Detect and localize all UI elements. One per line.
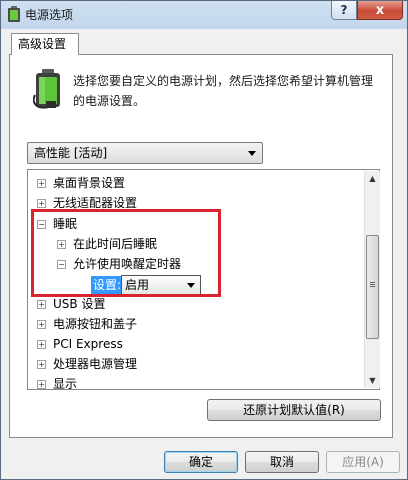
help-button[interactable]: ?: [331, 1, 357, 20]
tree-item-label: USB 设置: [53, 297, 106, 311]
ok-button[interactable]: 确定: [164, 451, 238, 473]
power-plan-select[interactable]: 高性能 [活动]: [27, 142, 263, 164]
power-options-icon: [8, 6, 20, 22]
expand-icon[interactable]: +: [37, 179, 46, 188]
tree-item-label: 显示: [53, 377, 78, 390]
tab-advanced-settings[interactable]: 高级设置: [11, 33, 79, 55]
power-options-window: 电源选项 ? x 高级设置 选择您要自定义的电源计划，然后选择您希望计算机管理的…: [0, 0, 408, 480]
window-title: 电源选项: [25, 8, 74, 22]
tree-item-label: PCI Express: [53, 337, 123, 351]
expand-icon[interactable]: +: [37, 320, 46, 329]
tree-item-label: 电源按钮和盖子: [53, 317, 138, 331]
apply-button[interactable]: 应用(A): [326, 451, 400, 473]
chevron-down-icon: [248, 151, 256, 156]
expand-icon[interactable]: +: [37, 340, 46, 349]
power-plan-value: 高性能 [活动]: [34, 146, 108, 160]
cancel-button[interactable]: 取消: [245, 451, 319, 473]
tree-item-label: 处理器电源管理: [53, 357, 138, 371]
expand-icon[interactable]: +: [37, 380, 46, 389]
expand-icon[interactable]: +: [37, 360, 46, 369]
close-button[interactable]: x: [357, 1, 403, 20]
red-highlight-box: [31, 209, 221, 297]
grip-icon: [370, 282, 375, 283]
restore-defaults-button[interactable]: 还原计划默认值(R): [207, 399, 381, 421]
scroll-up-icon[interactable]: ▲: [365, 171, 380, 186]
scrollbar-thumb[interactable]: [366, 235, 379, 339]
scroll-down-icon[interactable]: ▼: [365, 373, 380, 388]
expand-icon[interactable]: +: [37, 300, 46, 309]
tree-item-label: 桌面背景设置: [53, 176, 126, 190]
expand-icon[interactable]: +: [37, 199, 46, 208]
description-text: 选择您要自定义的电源计划，然后选择您希望计算机管理的电源设置。: [73, 74, 374, 108]
title-bar[interactable]: 电源选项 ? x: [1, 1, 407, 27]
battery-power-icon: [33, 69, 60, 109]
tree-scrollbar[interactable]: ▲ ▼: [364, 171, 380, 388]
